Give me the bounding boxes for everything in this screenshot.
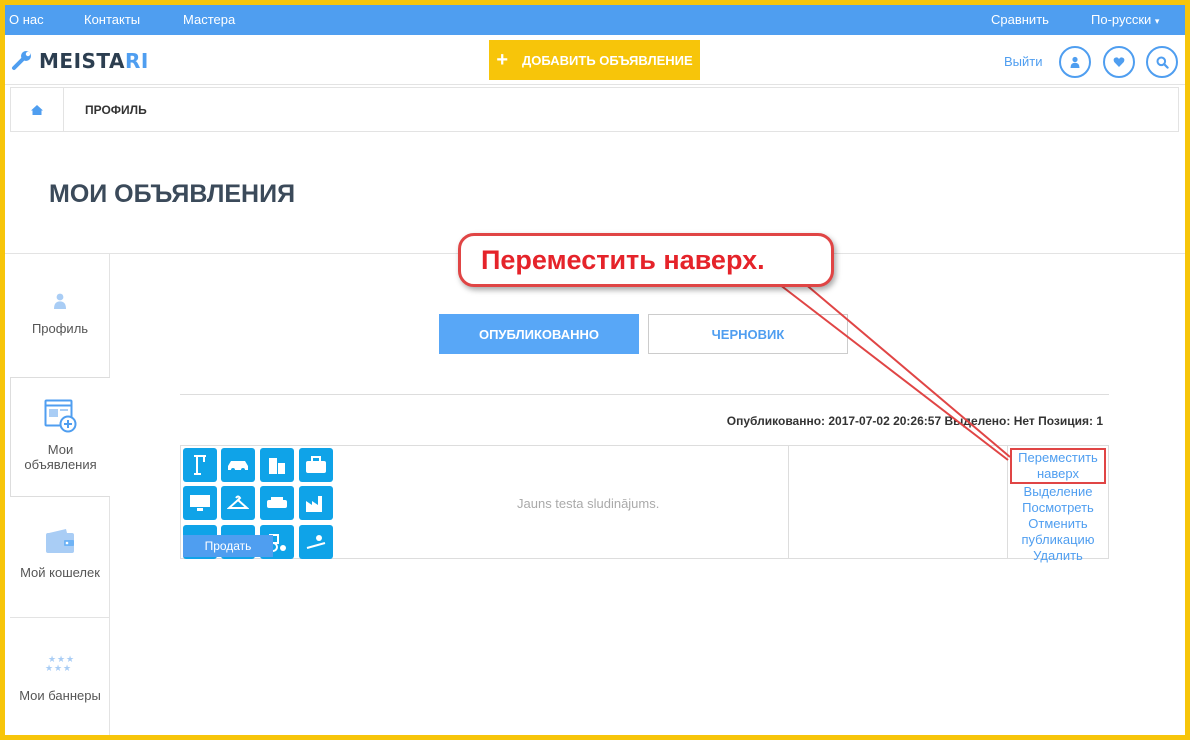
sidebar-item-my-ads[interactable]: Мои объявления: [10, 377, 110, 497]
svg-text:★: ★: [45, 664, 53, 672]
listing-thumbnail[interactable]: Продать: [183, 448, 336, 559]
logo-accent-text: RI: [124, 49, 149, 73]
sidebar-item-label: Профиль: [31, 321, 89, 336]
app-frame: О нас Контакты Мастера Сравнить По-русск…: [0, 0, 1190, 740]
language-label: По-русски: [1091, 12, 1152, 27]
hanger-icon: [221, 486, 255, 520]
sofa-icon: [260, 486, 294, 520]
view-link[interactable]: Посмотреть: [1008, 500, 1108, 516]
listing-actions: Переместить наверх Выделение Посмотреть О…: [1008, 448, 1108, 564]
tab-published[interactable]: ОПУБЛИКОВАННО: [439, 314, 639, 354]
heart-icon: [1113, 57, 1125, 67]
crane-icon: [183, 448, 217, 482]
listing-title[interactable]: Jauns testa sludinājums.: [517, 496, 659, 511]
sidebar-item-label: Мой кошелек: [20, 565, 100, 580]
sidebar-item-wallet[interactable]: Мой кошелек: [10, 497, 110, 617]
profile-sidebar: Профиль Мои объявления Мой кошелек ★ ★ ★ ★ ★…: [10, 253, 110, 735]
factory-icon: [299, 486, 333, 520]
listing-meta: Опубликованно: 2017-07-02 20:26:57 Выдел…: [726, 414, 1103, 428]
nav-link-compare[interactable]: Сравнить: [991, 12, 1049, 27]
site-logo[interactable]: MEISTA RI: [11, 49, 149, 73]
language-selector[interactable]: По-русски ▾: [1091, 12, 1159, 27]
move-to-top-label-line1: Переместить: [1018, 450, 1098, 465]
breadcrumb-current: ПРОФИЛЬ: [85, 103, 147, 117]
sidebar-item-label: Мои объявления: [24, 442, 97, 472]
content-divider: [180, 394, 1109, 395]
monitor-icon: [183, 486, 217, 520]
plus-icon: +: [496, 49, 509, 71]
unpublish-label-line1: Отменить: [1028, 516, 1088, 531]
nav-link-masters[interactable]: Мастера: [183, 12, 235, 27]
unpublish-label-line2: публикацию: [1021, 532, 1095, 547]
briefcase-icon: [299, 448, 333, 482]
chevron-down-icon: ▾: [1154, 16, 1160, 26]
sell-badge: Продать: [183, 535, 273, 557]
building-icon: [260, 448, 294, 482]
car-icon: [221, 448, 255, 482]
page-title: МОИ ОБЪЯВЛЕНИЯ: [49, 180, 296, 208]
sidebar-item-banners[interactable]: ★ ★ ★ ★ ★ ★ Мои баннеры: [10, 617, 110, 735]
nav-link-about[interactable]: О нас: [9, 12, 44, 27]
favorites-button[interactable]: [1103, 46, 1135, 78]
highlight-link[interactable]: Выделение: [1008, 484, 1108, 500]
home-breadcrumb-button[interactable]: [11, 88, 64, 131]
logout-link[interactable]: Выйти: [1004, 54, 1043, 69]
stars-icon: ★ ★ ★★ ★ ★: [45, 655, 74, 672]
site-header: MEISTA RI + ДОБАВИТЬ ОБЪЯВЛЕНИЕ Выйти: [5, 35, 1185, 85]
add-listing-button[interactable]: + ДОБАВИТЬ ОБЪЯВЛЕНИЕ: [489, 40, 700, 80]
tab-draft[interactable]: ЧЕРНОВИК: [648, 314, 848, 354]
annotation-callout: Переместить наверх.: [458, 233, 834, 287]
move-to-top-link[interactable]: Переместить наверх: [1010, 448, 1106, 484]
search-icon: [1156, 56, 1169, 69]
svg-text:★: ★: [54, 664, 62, 672]
search-button[interactable]: [1146, 46, 1178, 78]
wrench-icon: [12, 51, 31, 70]
move-to-top-label-line2: наверх: [1037, 466, 1079, 481]
add-listing-label: ДОБАВИТЬ ОБЪЯВЛЕНИЕ: [522, 52, 693, 68]
nav-link-contacts[interactable]: Контакты: [84, 12, 140, 27]
vacation-icon: [299, 525, 333, 559]
delete-link[interactable]: Удалить: [1008, 548, 1108, 564]
profile-button[interactable]: [1059, 46, 1091, 78]
top-nav-bar: О нас Контакты Мастера Сравнить По-русск…: [5, 5, 1185, 35]
column-divider: [788, 446, 789, 558]
svg-text:★: ★: [63, 664, 71, 672]
logo-text: MEISTA: [39, 49, 125, 73]
listing-row: Продать Jauns testa sludinājums. Перемес…: [180, 445, 1109, 563]
sidebar-item-profile[interactable]: Профиль: [10, 253, 110, 373]
breadcrumb: ПРОФИЛЬ: [10, 87, 1179, 132]
sidebar-item-label: Мои баннеры: [19, 688, 101, 703]
user-icon: [54, 293, 66, 309]
wallet-icon: [46, 529, 74, 553]
user-icon: [1070, 56, 1080, 68]
ads-icon: [44, 399, 76, 433]
home-icon: [31, 104, 43, 115]
unpublish-link[interactable]: Отменить публикацию: [1008, 516, 1108, 548]
